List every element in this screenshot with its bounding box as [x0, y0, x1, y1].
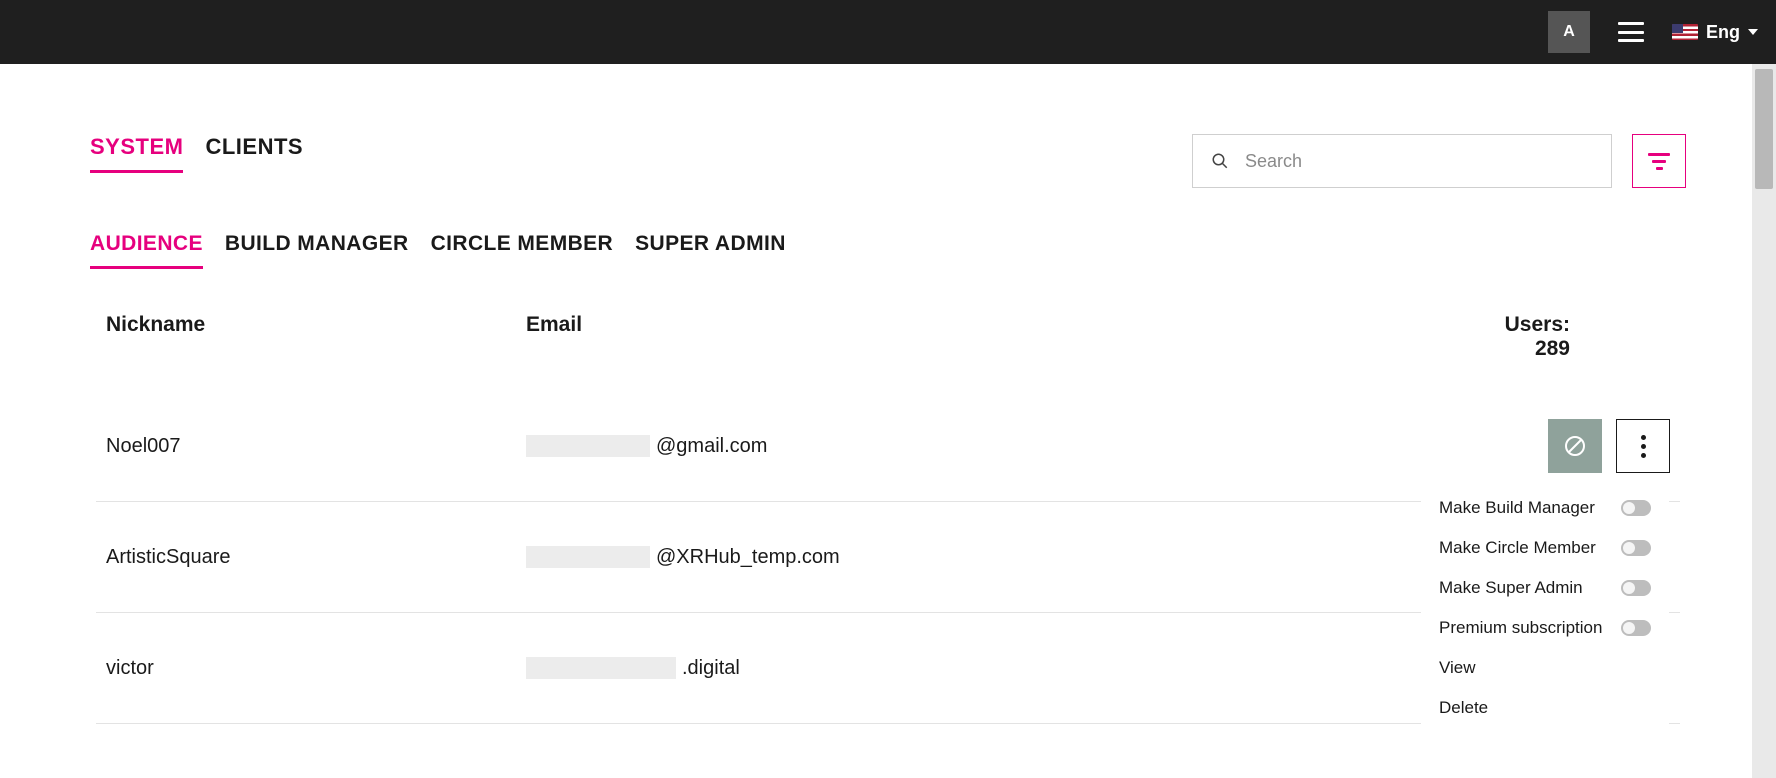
option-view[interactable]: View — [1421, 648, 1669, 688]
tab-clients[interactable]: CLIENTS — [205, 134, 303, 173]
tab-audience[interactable]: AUDIENCE — [90, 232, 203, 269]
toggle-switch[interactable] — [1621, 620, 1651, 636]
redacted-segment — [526, 657, 676, 679]
cell-nickname: Noel007 — [106, 435, 526, 458]
tab-super-admin[interactable]: SUPER ADMIN — [635, 232, 786, 269]
toggle-switch[interactable] — [1621, 500, 1651, 516]
redacted-segment — [526, 435, 650, 457]
chevron-down-icon — [1748, 29, 1758, 35]
option-label: Delete — [1439, 698, 1488, 718]
cell-nickname: ArtisticSquare — [106, 546, 526, 569]
option-label: Make Circle Member — [1439, 538, 1596, 558]
search-input[interactable] — [1245, 151, 1593, 172]
more-options-button[interactable]: Make Build Manager Make Circle Member Ma… — [1616, 419, 1670, 473]
row-options-dropdown: Make Build Manager Make Circle Member Ma… — [1421, 474, 1669, 742]
email-suffix: @gmail.com — [656, 435, 767, 458]
option-label: Make Super Admin — [1439, 578, 1583, 598]
table-row: Noel007 @gmail.com Make Build Manager — [90, 391, 1686, 501]
block-icon — [1563, 434, 1587, 458]
tab-circle-member[interactable]: CIRCLE MEMBER — [431, 232, 614, 269]
top-bar: A Eng — [0, 0, 1776, 64]
primary-tabs: SYSTEM CLIENTS — [90, 134, 303, 173]
table-body: Noel007 @gmail.com Make Build Manager — [90, 391, 1686, 724]
avatar[interactable]: A — [1548, 11, 1590, 53]
option-delete[interactable]: Delete — [1421, 688, 1669, 728]
page-content: SYSTEM CLIENTS AUDIENCE BUILD MANAGER CI… — [0, 64, 1776, 724]
cell-email: @gmail.com — [526, 435, 1470, 458]
tab-build-manager[interactable]: BUILD MANAGER — [225, 232, 409, 269]
search-box[interactable] — [1192, 134, 1612, 188]
language-label: Eng — [1706, 22, 1740, 43]
email-suffix: @XRHub_temp.com — [656, 546, 840, 569]
secondary-tabs: AUDIENCE BUILD MANAGER CIRCLE MEMBER SUP… — [90, 232, 1686, 269]
filter-icon — [1648, 153, 1670, 170]
tab-system[interactable]: SYSTEM — [90, 134, 183, 173]
column-nickname: Nickname — [106, 313, 526, 361]
hamburger-menu-icon[interactable] — [1618, 22, 1644, 42]
option-make-build-manager[interactable]: Make Build Manager — [1421, 488, 1669, 528]
cell-nickname: victor — [106, 657, 526, 680]
filter-button[interactable] — [1632, 134, 1686, 188]
table-header: Nickname Email Users: 289 — [90, 313, 1686, 361]
us-flag-icon — [1672, 24, 1698, 40]
block-button[interactable] — [1548, 419, 1602, 473]
redacted-segment — [526, 546, 650, 568]
users-count: Users: 289 — [1470, 313, 1670, 361]
option-make-super-admin[interactable]: Make Super Admin — [1421, 568, 1669, 608]
option-label: Premium subscription — [1439, 618, 1602, 638]
search-icon — [1211, 152, 1229, 170]
column-email: Email — [526, 313, 1470, 361]
email-suffix: .digital — [682, 657, 740, 680]
option-label: Make Build Manager — [1439, 498, 1595, 518]
toggle-switch[interactable] — [1621, 540, 1651, 556]
cell-email: @XRHub_temp.com — [526, 546, 1470, 569]
option-label: View — [1439, 658, 1476, 678]
language-selector[interactable]: Eng — [1672, 22, 1758, 43]
toggle-switch[interactable] — [1621, 580, 1651, 596]
cell-email: .digital — [526, 657, 1470, 680]
option-premium-subscription[interactable]: Premium subscription — [1421, 608, 1669, 648]
kebab-icon — [1641, 435, 1646, 458]
option-make-circle-member[interactable]: Make Circle Member — [1421, 528, 1669, 568]
